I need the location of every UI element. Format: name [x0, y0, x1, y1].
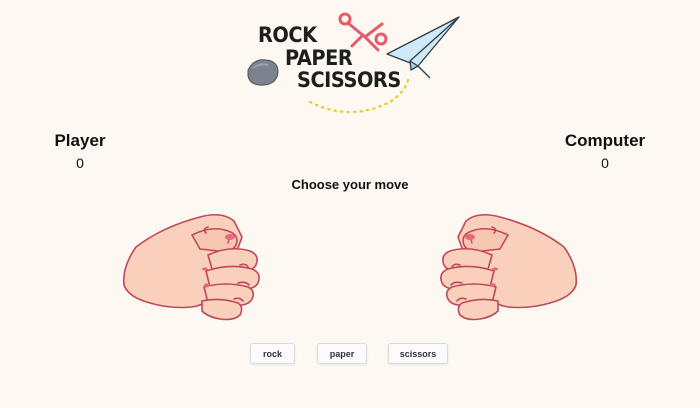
move-buttons: rock paper scissors	[0, 343, 700, 365]
scissors-icon	[338, 12, 388, 52]
player-score-panel: Player 0	[20, 131, 140, 171]
computer-label: Computer	[564, 131, 646, 150]
computer-score: 0	[601, 155, 609, 171]
scissors-button[interactable]: scissors	[388, 343, 448, 364]
rock-icon	[247, 59, 279, 86]
player-score: 0	[76, 155, 84, 171]
logo-word-scissors: SCISSORS	[297, 68, 401, 92]
computer-score-panel: Computer 0	[545, 131, 665, 171]
computer-fist-icon	[440, 213, 578, 321]
game-logo: ROCK PAPER SCISSORS	[240, 10, 470, 122]
choose-move-prompt: Choose your move	[291, 177, 409, 192]
player-label: Player	[54, 131, 106, 150]
paper-button[interactable]: paper	[317, 343, 367, 364]
rock-button[interactable]: rock	[250, 343, 295, 364]
player-fist-icon	[122, 213, 260, 321]
logo-word-rock: ROCK	[258, 23, 317, 47]
logo-word-paper: PAPER	[285, 46, 353, 70]
